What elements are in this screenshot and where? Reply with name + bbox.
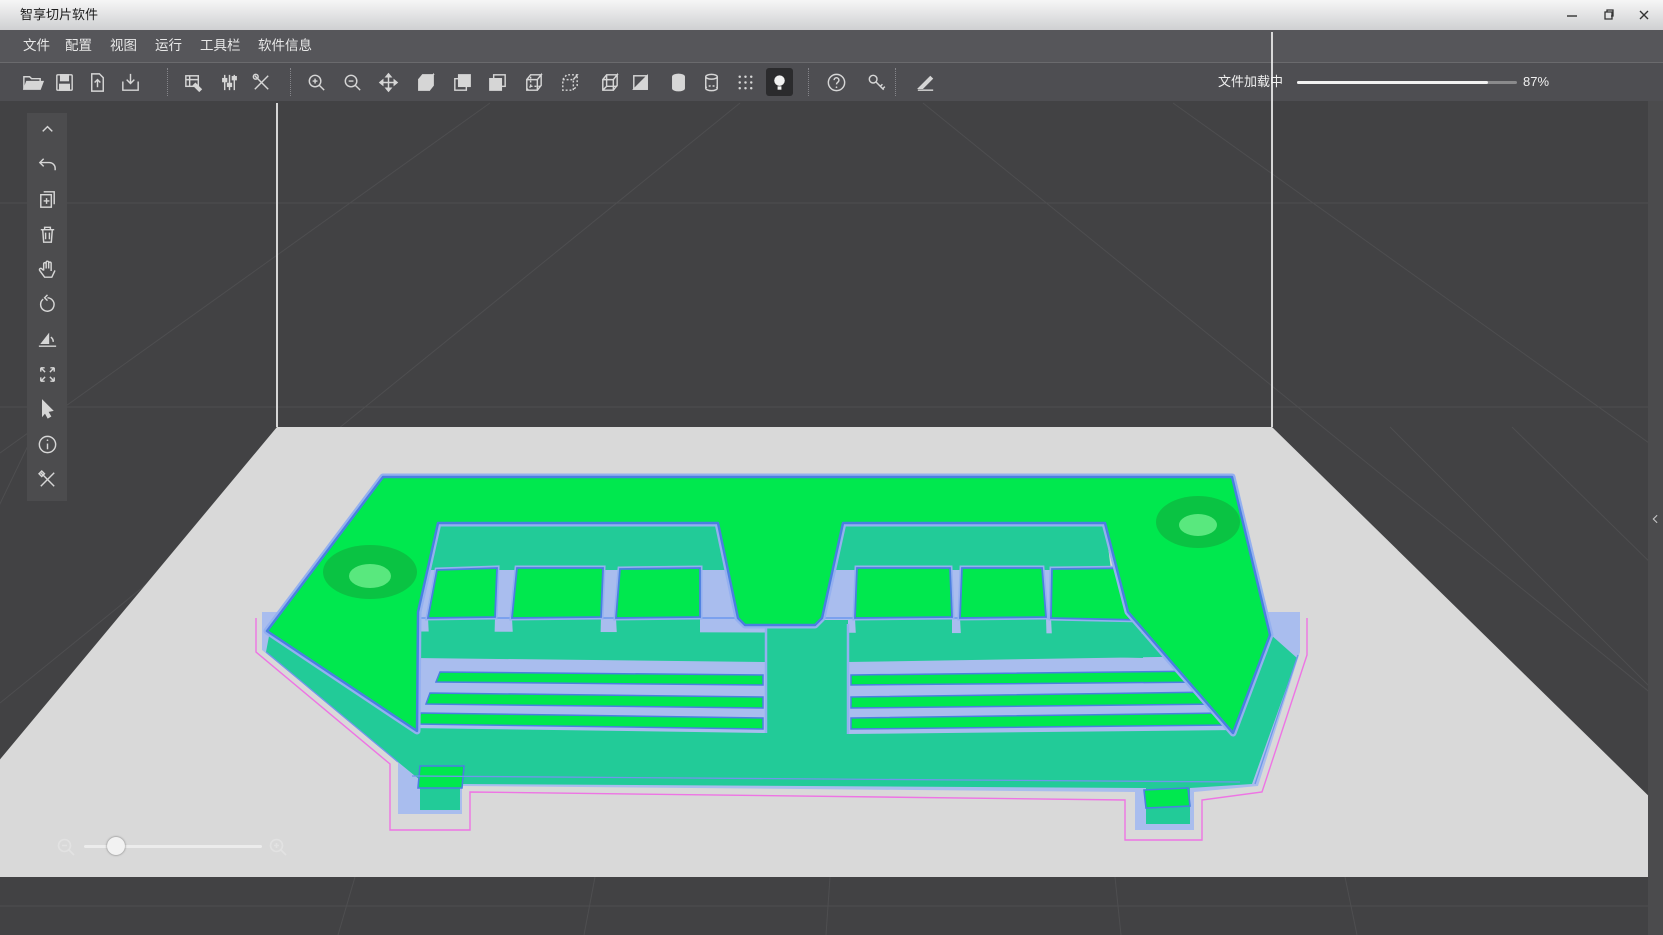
- toolbar-separator: [167, 68, 168, 96]
- import-file-icon[interactable]: [84, 68, 111, 96]
- zoom-slider-handle[interactable]: [107, 837, 125, 855]
- menu-item-3[interactable]: 运行: [155, 30, 182, 62]
- progress-label: 文件加载中: [1218, 63, 1283, 101]
- window-controls: [1561, 0, 1655, 30]
- select-pointer-icon[interactable]: [35, 397, 59, 421]
- zoom-control: [50, 834, 300, 860]
- license-key-icon[interactable]: [863, 68, 890, 96]
- move-view-icon[interactable]: [375, 68, 402, 96]
- build-volume-line-right: [1271, 32, 1273, 427]
- minimize-button[interactable]: [1561, 4, 1583, 26]
- zoom-out-icon[interactable]: [54, 835, 78, 859]
- help-icon[interactable]: [823, 68, 850, 96]
- progress-bar: [1297, 81, 1517, 84]
- progress-percent: 87%: [1523, 63, 1549, 101]
- title-bar: 智享切片软件: [0, 0, 1663, 31]
- export-file-icon[interactable]: [117, 68, 144, 96]
- view-front-face-icon[interactable]: [484, 68, 511, 96]
- scene-render: [0, 100, 1663, 935]
- model-info-icon[interactable]: [35, 432, 59, 456]
- chevron-left-icon[interactable]: [1649, 508, 1662, 530]
- menu-item-0[interactable]: 文件: [23, 30, 50, 62]
- pan-hand-icon[interactable]: [35, 257, 59, 281]
- view-dashed-icon[interactable]: [556, 68, 583, 96]
- measure-tool-icon[interactable]: [912, 68, 939, 96]
- zoom-in-icon[interactable]: [266, 835, 290, 859]
- menu-item-2[interactable]: 视图: [110, 30, 137, 62]
- view-cutaway-icon[interactable]: [627, 68, 654, 96]
- view-hidden-edges-icon[interactable]: [520, 68, 547, 96]
- build-volume-line-left: [276, 103, 278, 427]
- add-model-icon[interactable]: [35, 187, 59, 211]
- zoom-out-icon[interactable]: [339, 68, 366, 96]
- view-cylinder-icon[interactable]: [665, 68, 692, 96]
- undo-icon[interactable]: [35, 152, 59, 176]
- menu-item-5[interactable]: 软件信息: [258, 30, 312, 62]
- close-button[interactable]: [1633, 4, 1655, 26]
- toolbar: 文件加载中 87%: [0, 62, 1663, 101]
- fit-view-icon[interactable]: [35, 362, 59, 386]
- toolbar-separator: [808, 68, 809, 96]
- restore-button[interactable]: [1597, 4, 1619, 26]
- lay-flat-icon[interactable]: [35, 327, 59, 351]
- zoom-in-icon[interactable]: [303, 68, 330, 96]
- menu-bar: 文件配置视图运行工具栏软件信息: [0, 30, 1663, 62]
- viewport-3d[interactable]: [0, 100, 1663, 935]
- window-title: 智享切片软件: [20, 0, 98, 30]
- menu-item-4[interactable]: 工具栏: [200, 30, 241, 62]
- view-solid-icon[interactable]: [412, 68, 439, 96]
- view-points-icon[interactable]: [732, 68, 759, 96]
- toolbar-separator: [290, 68, 291, 96]
- repair-tools-icon[interactable]: [35, 467, 59, 491]
- progress-bar-fill: [1297, 81, 1488, 84]
- open-file-icon[interactable]: [19, 68, 46, 96]
- light-toggle-icon[interactable]: [766, 68, 793, 96]
- view-wireframe-icon[interactable]: [596, 68, 623, 96]
- machine-settings-icon[interactable]: [180, 68, 207, 96]
- delete-model-icon[interactable]: [35, 222, 59, 246]
- rotate-icon[interactable]: [35, 292, 59, 316]
- parameter-settings-icon[interactable]: [216, 68, 243, 96]
- build-tools-icon[interactable]: [248, 68, 275, 96]
- collapse-up-icon[interactable]: [35, 117, 59, 141]
- right-panel-collapsed[interactable]: [1648, 100, 1663, 935]
- left-tool-palette: [27, 113, 67, 501]
- view-back-face-icon[interactable]: [449, 68, 476, 96]
- toolbar-separator: [895, 68, 896, 96]
- view-cylinder-wireframe-icon[interactable]: [698, 68, 725, 96]
- menu-item-1[interactable]: 配置: [65, 30, 92, 62]
- save-file-icon[interactable]: [51, 68, 78, 96]
